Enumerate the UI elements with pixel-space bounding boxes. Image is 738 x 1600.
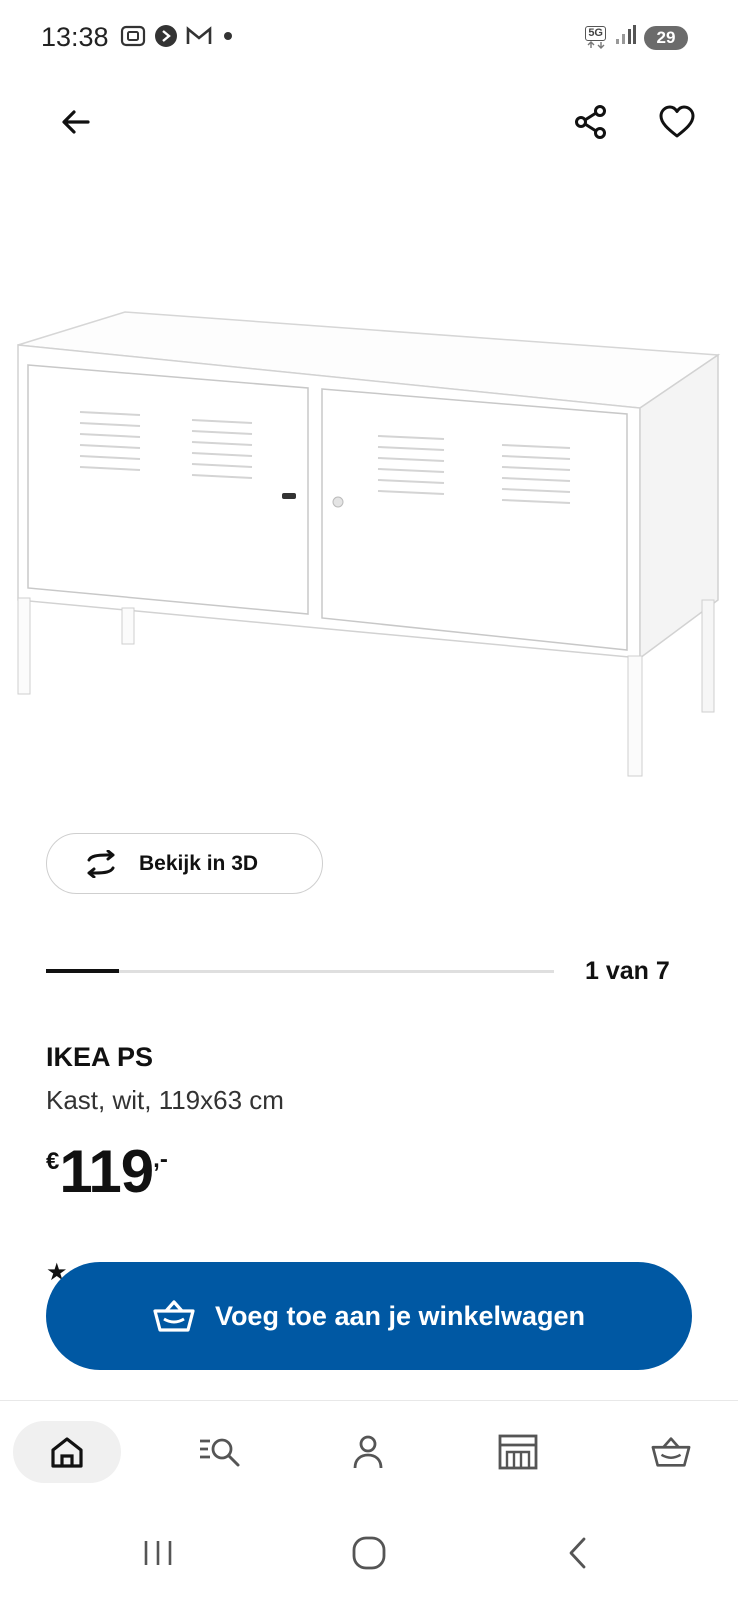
share-button[interactable] [564,94,620,150]
signal-icon [614,24,636,51]
gmail-icon [186,26,212,51]
home-icon [51,1437,83,1468]
nav-home[interactable] [13,1421,121,1483]
dot-icon [220,28,236,49]
bottom-navigation [0,1400,738,1504]
rotate-3d-icon [87,849,115,878]
person-icon [353,1435,383,1469]
app-bar [0,92,738,154]
nav-account[interactable] [314,1421,422,1483]
recent-apps-button[interactable] [128,1528,188,1578]
screenshot-icon [120,25,146,52]
heart-icon [659,105,695,138]
battery-icon: 29 [644,25,688,50]
home-circle-icon [352,1536,386,1570]
price-value: 119 [59,1138,154,1205]
media-icon [154,24,178,53]
product-name: IKEA PS [46,1042,154,1072]
back-arrow-icon [62,110,90,134]
image-position-label: 1 van 7 [585,957,670,985]
back-system-button[interactable] [548,1528,608,1578]
image-carousel-progress [46,969,554,973]
status-bar: 13:38 5G 29 [0,0,738,78]
store-icon [498,1434,538,1470]
nav-stores[interactable] [464,1421,572,1483]
product-description: Kast, wit, 119x63 cm [46,1085,284,1115]
price-cents: ,- [153,1146,168,1173]
view-in-3d-label: Bekijk in 3D [139,851,259,875]
favourite-button[interactable] [649,94,705,150]
back-button[interactable] [48,94,104,150]
back-chevron-icon [569,1537,586,1569]
search-list-icon [200,1438,240,1467]
image-carousel-progress-fill [46,969,119,973]
product-image[interactable] [0,300,738,800]
add-to-cart-button[interactable]: Voeg toe aan je winkelwagen [46,1262,692,1370]
network-label: 5G [585,26,606,41]
system-navigation [0,1504,738,1600]
nav-cart[interactable] [617,1421,725,1483]
basket-icon [651,1437,691,1467]
5g-icon: 5G [585,26,606,49]
share-icon [575,105,606,139]
nav-search[interactable] [166,1421,274,1483]
basket-icon [153,1300,195,1332]
add-to-cart-label: Voeg toe aan je winkelwagen [214,1300,586,1331]
view-in-3d-button[interactable]: Bekijk in 3D [46,833,323,894]
price-currency: € [46,1148,60,1175]
product-price: € 119 ,- [46,1140,168,1204]
home-system-button[interactable] [339,1528,399,1578]
recent-apps-icon [144,1541,172,1565]
status-time: 13:38 [41,22,109,52]
